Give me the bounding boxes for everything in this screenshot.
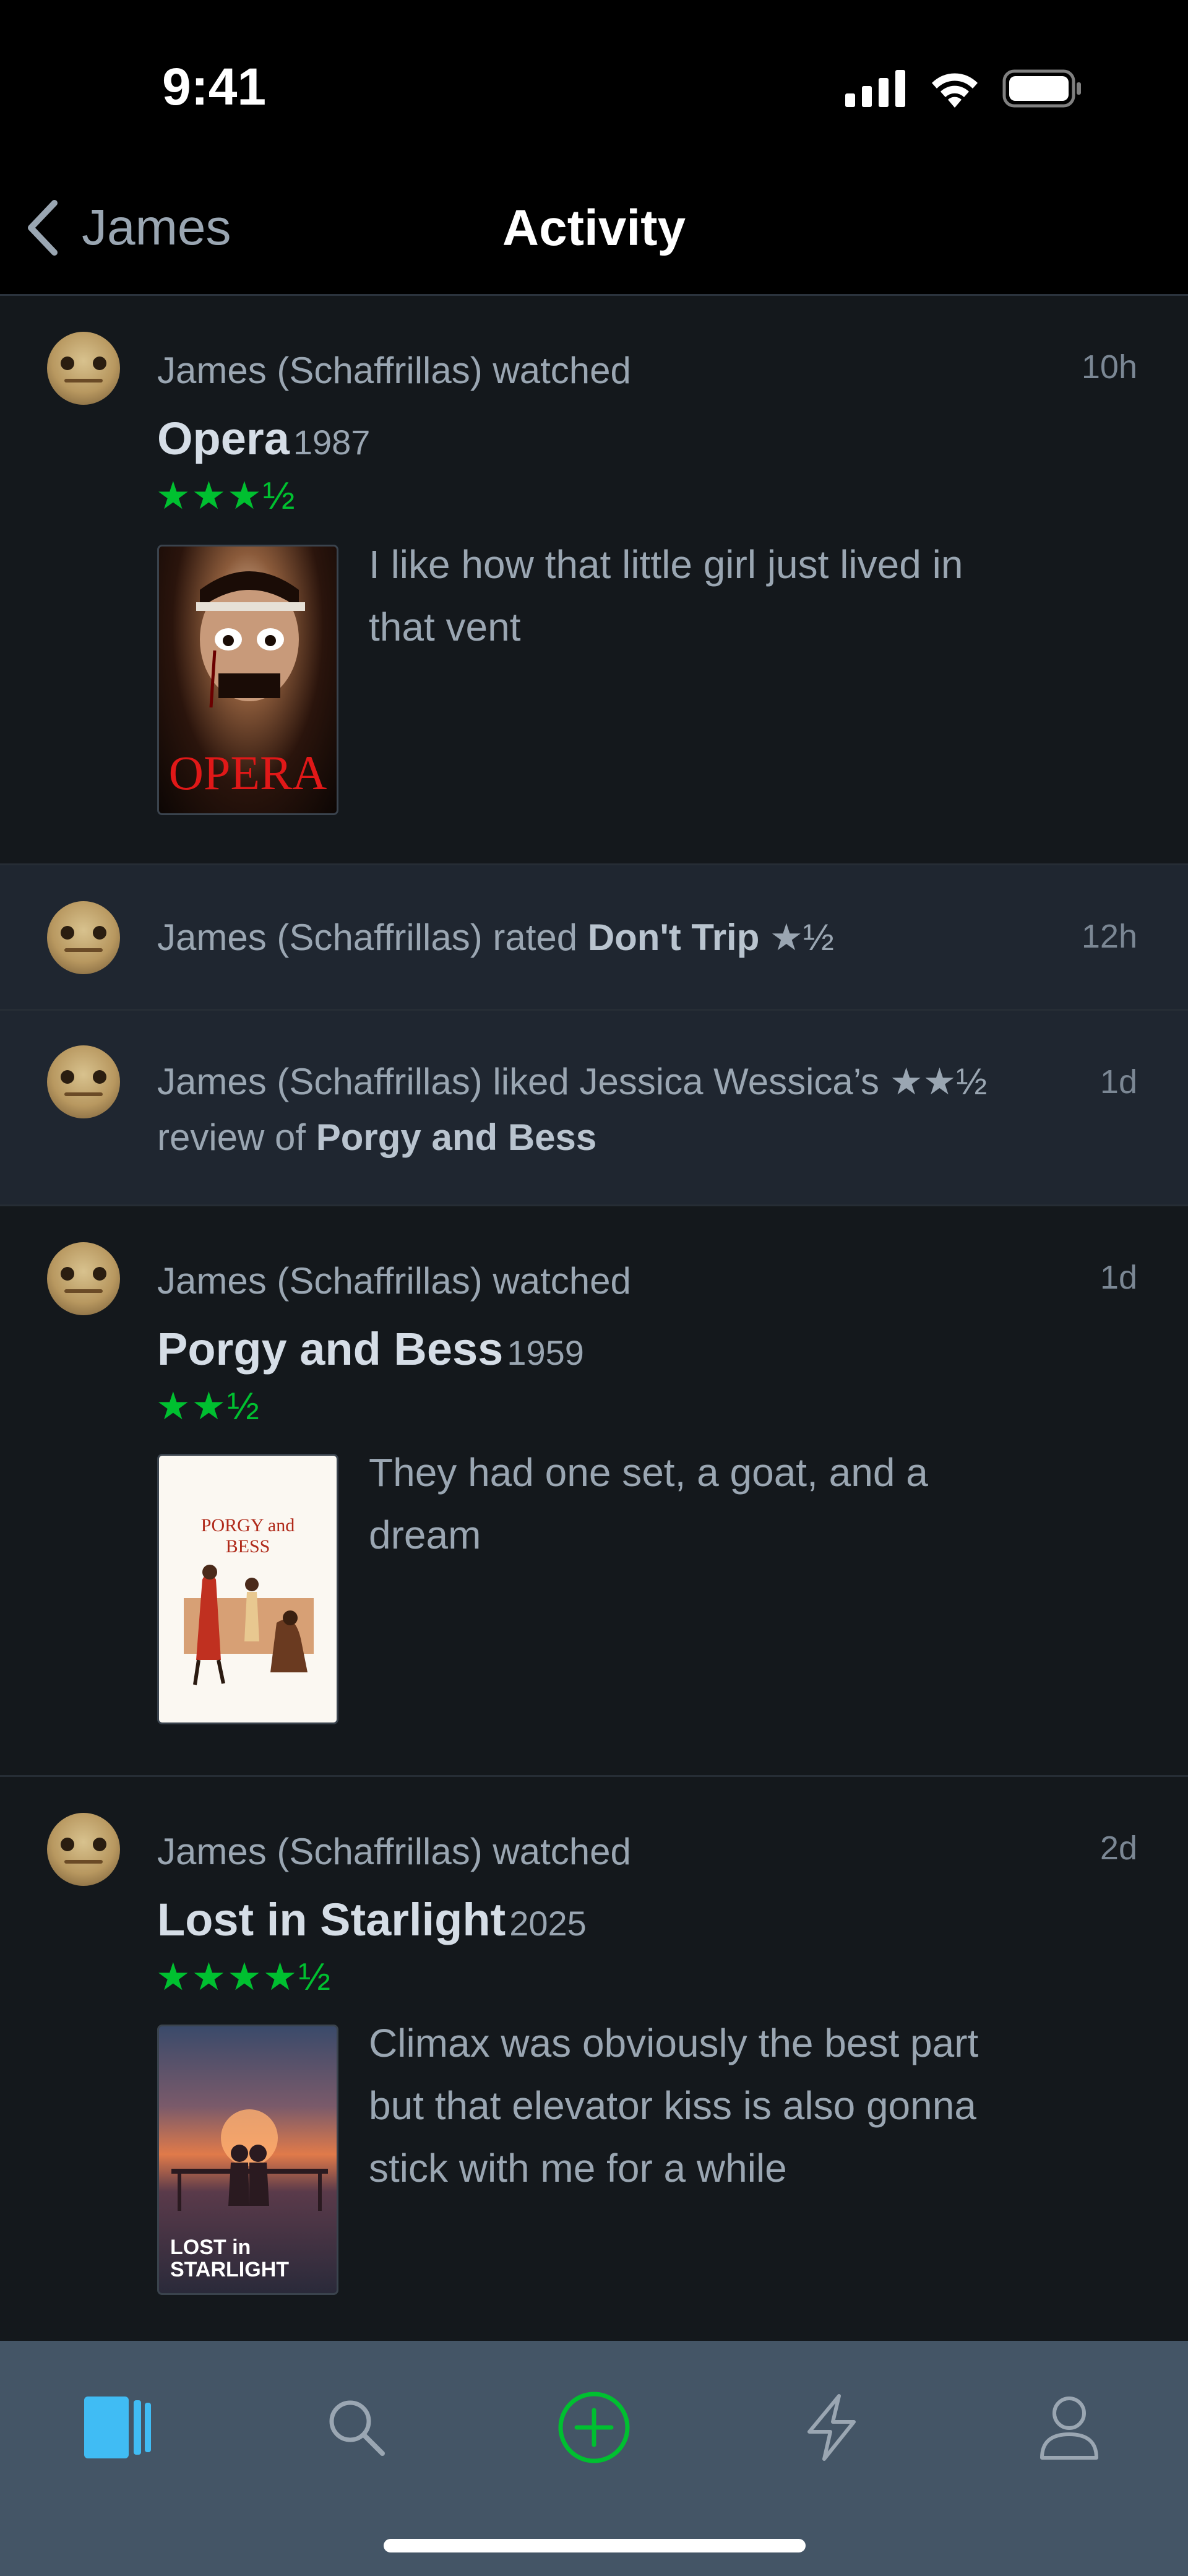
tab-diary[interactable] — [69, 2378, 168, 2477]
activity-text: James (Schaffrillas) rated Don't Trip ★½ — [157, 910, 834, 966]
timestamp: 10h — [1081, 348, 1137, 386]
wifi-icon — [932, 73, 978, 108]
activity-text: James (Schaffrillas) watched — [157, 1260, 631, 1302]
film-title[interactable]: Lost in Starlight 2025 — [157, 1893, 587, 1946]
activity-feed: James (Schaffrillas) watched 10h Opera 19… — [0, 296, 1188, 2346]
battery-icon — [1002, 69, 1081, 108]
tab-search[interactable] — [307, 2378, 406, 2477]
avatar[interactable] — [47, 1813, 120, 1886]
film-title[interactable]: Opera 1987 — [157, 412, 370, 465]
star-rating: ★★½ — [156, 1385, 260, 1428]
avatar[interactable] — [47, 901, 120, 974]
tab-profile[interactable] — [1020, 2378, 1119, 2477]
tab-activity[interactable] — [782, 2378, 881, 2477]
activity-icon — [807, 2394, 856, 2461]
film-name[interactable]: Don't Trip — [588, 917, 760, 958]
add-icon — [558, 2392, 630, 2463]
star-rating: ★★★½ — [156, 475, 296, 517]
film-name[interactable]: Opera — [157, 413, 290, 464]
poster-title: OPERA — [168, 746, 327, 800]
activity-prefix: James (Schaffrillas) liked Jessica Wessi… — [157, 1061, 890, 1102]
star-rating: ★★★★½ — [156, 1956, 332, 1999]
timestamp: 1d — [1100, 1259, 1137, 1296]
film-name[interactable]: Lost in Starlight — [157, 1894, 506, 1945]
diary-icon — [84, 2397, 151, 2458]
film-poster[interactable]: PORGY and BESS — [157, 1454, 338, 1724]
poster-title: LOST in STARLIGHT — [170, 2236, 290, 2281]
status-time: 9:41 — [162, 58, 267, 116]
film-year: 1987 — [293, 423, 371, 462]
timestamp: 1d — [1100, 1063, 1137, 1100]
activity-text: James (Schaffrillas) liked Jessica Wessi… — [157, 1054, 1023, 1165]
avatar[interactable] — [47, 1045, 120, 1118]
film-year: 2025 — [509, 1904, 587, 1943]
activity-text: James (Schaffrillas) watched — [157, 350, 631, 391]
status-bar: 9:41 — [0, 0, 1188, 161]
activity-entry-watched[interactable]: James (Schaffrillas) watched 1d Porgy an… — [0, 1206, 1188, 1777]
tab-add[interactable] — [544, 2378, 644, 2477]
activity-entry-watched[interactable]: James (Schaffrillas) watched 2d Lost in … — [0, 1777, 1188, 2346]
status-icons — [845, 67, 1083, 110]
review-text[interactable]: They had one set, a goat, and a dream — [369, 1441, 1037, 1567]
profile-icon — [1040, 2397, 1098, 2460]
film-year: 1959 — [507, 1333, 584, 1372]
activity-prefix: James (Schaffrillas) rated — [157, 917, 588, 958]
timestamp: 12h — [1081, 918, 1137, 955]
search-icon — [329, 2400, 385, 2456]
film-poster[interactable]: OPERA — [157, 545, 338, 815]
activity-entry-watched[interactable]: James (Schaffrillas) watched 10h Opera 19… — [0, 296, 1188, 865]
poster-art — [184, 1565, 314, 1685]
film-name[interactable]: Porgy and Bess — [157, 1323, 503, 1375]
page-title: Activity — [502, 200, 686, 256]
activity-text: James (Schaffrillas) watched — [157, 1831, 631, 1872]
avatar[interactable] — [47, 1242, 120, 1315]
activity-entry-liked[interactable]: James (Schaffrillas) liked Jessica Wessi… — [0, 1011, 1188, 1206]
home-indicator[interactable] — [384, 2539, 806, 2552]
cellular-signal-icon — [845, 70, 905, 107]
avatar[interactable] — [47, 332, 120, 405]
activity-entry-rated[interactable]: James (Schaffrillas) rated Don't Trip ★½… — [0, 865, 1188, 1011]
timestamp: 2d — [1100, 1830, 1137, 1867]
film-name[interactable]: Porgy and Bess — [316, 1117, 597, 1158]
activity-suffix: review of — [157, 1117, 316, 1158]
star-rating: ★½ — [770, 917, 834, 958]
nav-bar: James Activity — [0, 161, 1188, 296]
film-title[interactable]: Porgy and Bess 1959 — [157, 1323, 584, 1375]
review-text[interactable]: I like how that little girl just lived i… — [369, 534, 1037, 659]
film-poster[interactable]: LOST in STARLIGHT — [157, 2025, 338, 2295]
star-rating: ★★½ — [889, 1061, 988, 1102]
review-text[interactable]: Climax was obviously the best part but t… — [369, 2012, 1037, 2200]
